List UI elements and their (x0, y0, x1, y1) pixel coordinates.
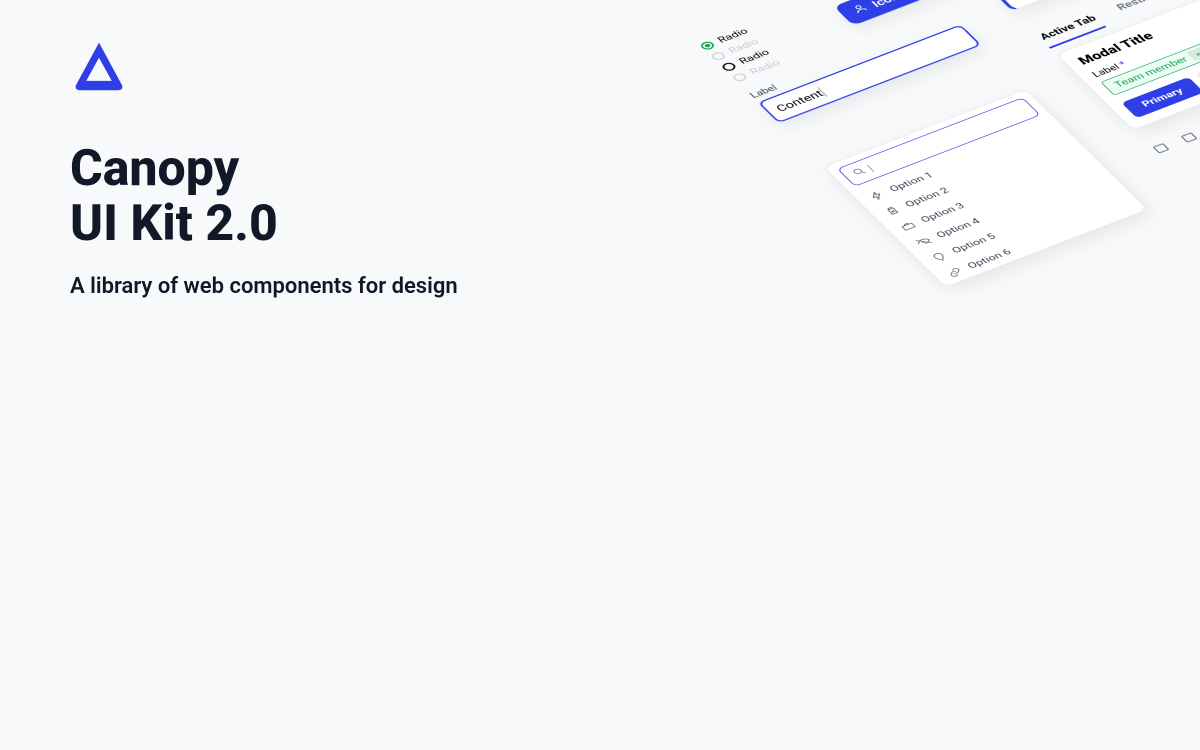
link-icon (945, 266, 965, 278)
radio-icon (720, 61, 738, 72)
barcode-icon (1178, 130, 1200, 146)
page-title: CanopyUI Kit 2.0 (70, 142, 490, 252)
user-icon (850, 2, 872, 16)
textarea-value: Content (773, 88, 826, 114)
lightning-icon (867, 189, 887, 201)
eye-off-icon (914, 235, 934, 247)
radio-icon (731, 72, 749, 83)
search-icon (850, 166, 870, 179)
radio-icon (699, 40, 717, 51)
icon-caret-button[interactable]: Icon + caret (834, 0, 1002, 26)
brand-logo (70, 38, 128, 96)
radio-group: RadioRadioRadioRadio (698, 5, 842, 86)
dropdown-listbox: Option 1Option 2Option 3Option 4Option 5… (823, 89, 1148, 288)
pin-icon (929, 251, 949, 263)
clipboard-x-icon (882, 205, 902, 217)
radio-icon (709, 51, 727, 62)
chart-icon (1150, 141, 1175, 157)
briefcase-icon (898, 220, 918, 232)
chip-remove-icon[interactable]: × (1187, 47, 1200, 61)
page-subtitle: A library of web components for design (70, 272, 490, 303)
